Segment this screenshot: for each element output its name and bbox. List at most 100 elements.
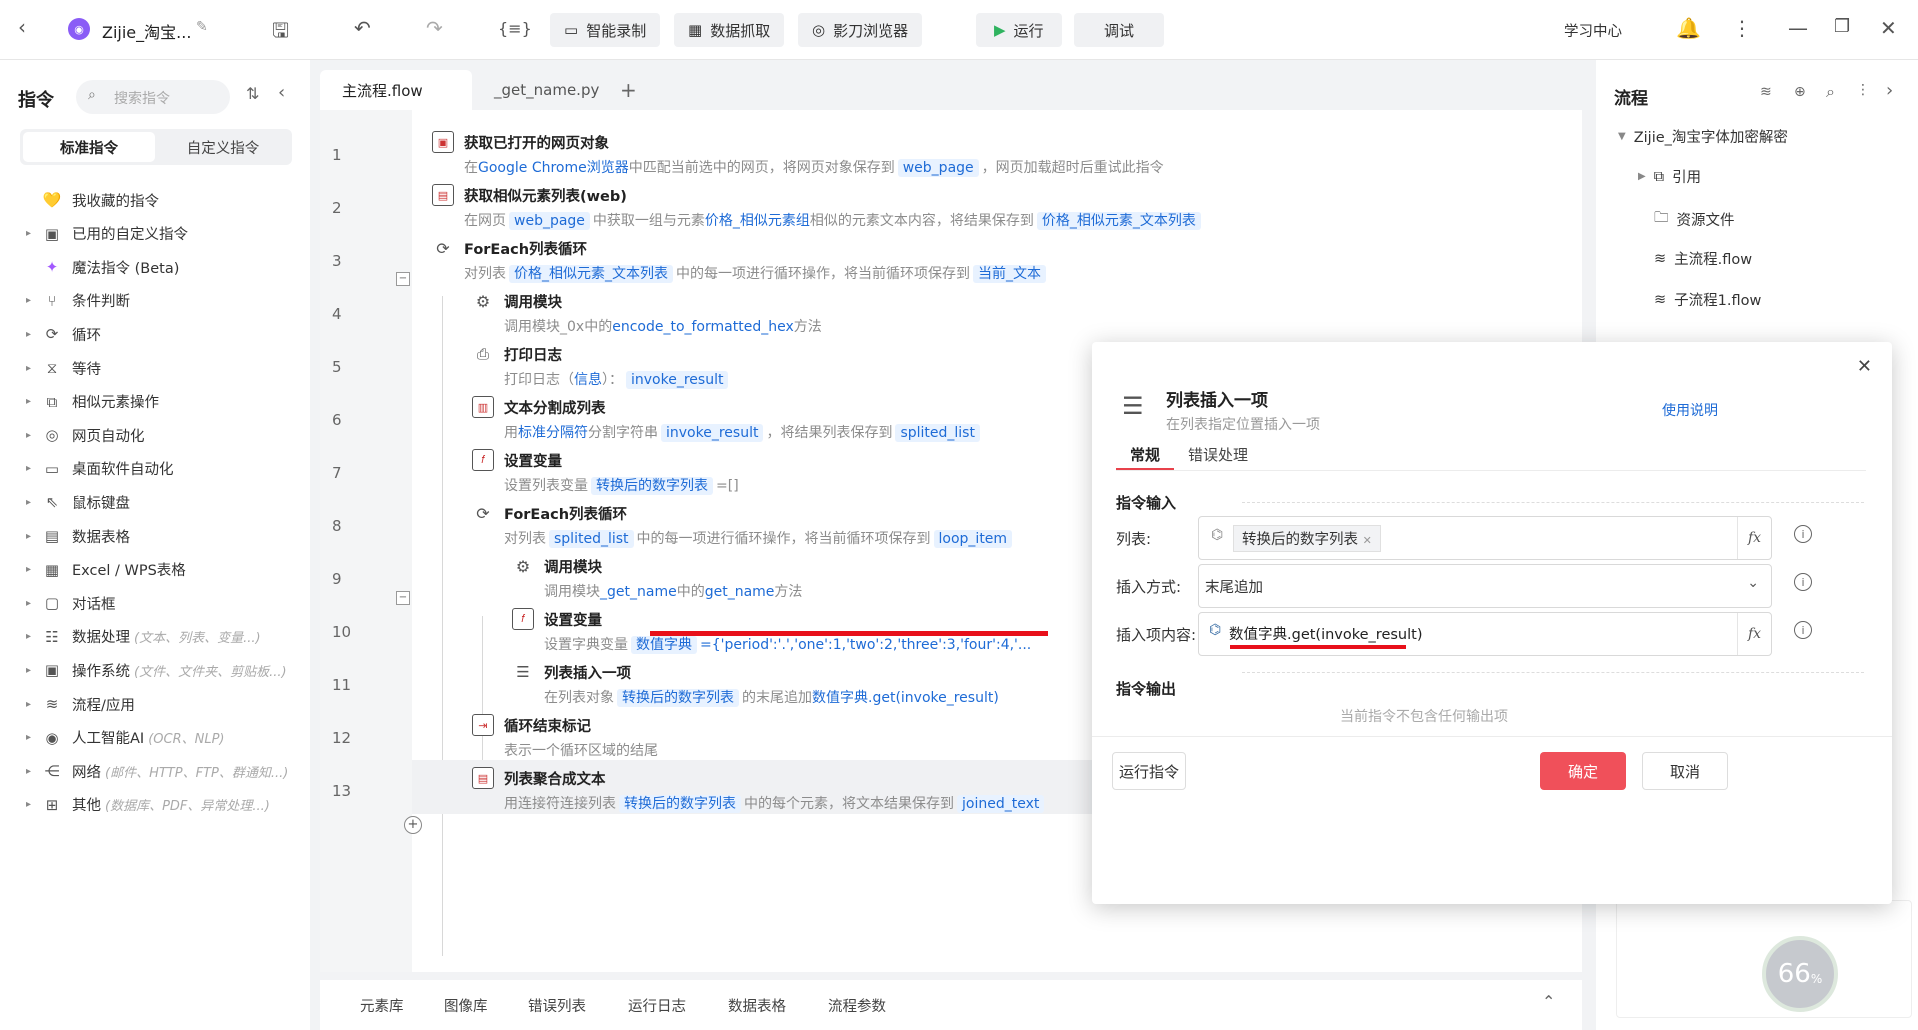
tab-error-handling[interactable]: 错误处理 — [1188, 444, 1248, 465]
project-title[interactable]: Zijie_淘宝... — [102, 19, 191, 43]
tab-image-library[interactable]: 图像库 — [444, 995, 488, 1016]
list-variable-tag[interactable]: 转换后的数字列表 ✕ — [1233, 525, 1381, 552]
command-category[interactable]: ▸ ▢ 对话框 — [26, 590, 120, 616]
run-button[interactable]: ▶ 运行 — [976, 13, 1062, 47]
tree-item-subflow[interactable]: ≋ 子流程1.flow — [1654, 289, 1761, 310]
info-icon[interactable]: i — [1794, 525, 1812, 543]
fx-icon[interactable]: fx — [1737, 517, 1771, 559]
line-number: 11 — [332, 676, 352, 694]
more-vertical-icon[interactable]: ⋮ — [1732, 16, 1752, 40]
command-category[interactable]: ▸ ▣ 操作系统 (文件、文件夹、剪贴板...) — [26, 657, 287, 683]
run-command-button[interactable]: 运行指令 — [1112, 752, 1186, 790]
back-icon[interactable]: ‹ — [18, 15, 26, 39]
command-category[interactable]: ▸ ◎ 网页自动化 — [26, 422, 149, 448]
browser-button[interactable]: ◎ 影刀浏览器 — [798, 13, 923, 47]
fx-icon[interactable]: fx — [1737, 613, 1771, 655]
command-category[interactable]: ▸ ⟳ 循环 — [26, 321, 105, 347]
insert-mode-select[interactable]: 末尾追加 ⌄ — [1198, 564, 1772, 608]
command-category[interactable]: ▸ ⇖ 鼠标键盘 — [26, 489, 134, 515]
tab-get-name[interactable]: _get_name.py — [472, 70, 618, 110]
python-icon: ⌬ — [1209, 622, 1222, 638]
command-category[interactable]: ▸ ◉ 人工智能AI (OCR、NLP) — [26, 725, 225, 751]
cancel-button[interactable]: 取消 — [1642, 752, 1728, 790]
tab-data-table[interactable]: 数据表格 — [728, 995, 786, 1016]
insert-item-field[interactable]: ⌬ 数值字典.get(invoke_result) fx — [1198, 612, 1772, 656]
progress-circle[interactable]: 66% — [1762, 936, 1838, 1012]
command-category[interactable]: 💛 我收藏的指令 — [26, 187, 163, 213]
category-label: 对话框 — [72, 596, 116, 613]
confirm-button[interactable]: 确定 — [1540, 752, 1626, 790]
debug-button[interactable]: 调试 — [1074, 13, 1165, 47]
insert-mode-label: 插入方式: — [1116, 578, 1182, 596]
tab-element-library[interactable]: 元素库 — [360, 995, 404, 1016]
data-grab-button[interactable]: ▦ 数据抓取 — [674, 13, 785, 47]
tab-run-log[interactable]: 运行日志 — [628, 995, 686, 1016]
search-placeholder: 搜索指令 — [114, 91, 170, 107]
data-table-icon: ▤ — [44, 527, 60, 545]
collapse-panel-icon[interactable]: ‹ — [278, 82, 285, 103]
tab-flow-params[interactable]: 流程参数 — [828, 995, 886, 1016]
no-output-text: 当前指令不包含任何输出项 — [1340, 709, 1508, 725]
command-category[interactable]: ▸ ▤ 数据表格 — [26, 523, 134, 549]
undo-icon[interactable]: ↶ — [354, 16, 371, 40]
search-icon[interactable]: ⌕ — [1826, 82, 1835, 102]
tab-main-flow[interactable]: 主流程.flow — [320, 70, 472, 110]
restore-icon[interactable]: ❐ — [1834, 16, 1850, 37]
minimize-icon[interactable]: — — [1788, 16, 1808, 40]
tab-standard-commands[interactable]: 标准指令 — [23, 132, 155, 162]
loop-guide — [482, 616, 483, 766]
code-braces-icon[interactable]: {≡} — [498, 19, 532, 38]
command-category[interactable]: ▸ ⧖ 等待 — [26, 355, 105, 381]
tree-item-main-flow[interactable]: ≋ 主流程.flow — [1654, 248, 1752, 269]
tree-item-reference[interactable]: ▶ ⧉ 引用 — [1638, 166, 1701, 187]
search-icon: ⌕ — [88, 87, 96, 103]
list-field[interactable]: ⌬ 转换后的数字列表 ✕ fx — [1198, 516, 1772, 560]
command-category[interactable]: ▸ ☷ 数据处理 (文本、列表、变量...) — [26, 624, 261, 650]
collapse-icon[interactable]: − — [396, 591, 410, 605]
top-toolbar: ‹ ◉ Zijie_淘宝... ✎ 🖫 ↶ ↷ {≡} ▭ 智能录制 ▦ 数据抓取 … — [0, 0, 1918, 60]
tree-item-resources[interactable]: 🗀 资源文件 — [1654, 207, 1735, 232]
layers-icon[interactable]: ≋ — [1760, 84, 1772, 100]
remove-tag-icon[interactable]: ✕ — [1363, 534, 1372, 547]
caret-right-icon: ▸ — [26, 664, 32, 676]
heart-icon: 💛 — [42, 191, 62, 209]
close-icon[interactable]: ✕ — [1857, 356, 1872, 377]
chevron-right-icon[interactable]: › — [1886, 80, 1893, 101]
close-window-icon[interactable]: ✕ — [1880, 16, 1897, 40]
command-category[interactable]: ▸ ⑂ 条件判断 — [26, 288, 134, 314]
command-category[interactable]: ▸ ⊞ 其他 (数据库、PDF、异常处理...) — [26, 792, 270, 818]
add-flow-icon[interactable]: ⊕ — [1794, 84, 1806, 100]
more-vertical-icon[interactable]: ⋮ — [1856, 82, 1870, 98]
edit-title-icon[interactable]: ✎ — [196, 19, 208, 35]
sort-icon[interactable]: ⇅ — [246, 84, 259, 103]
tab-error-list[interactable]: 错误列表 — [528, 995, 586, 1016]
info-icon[interactable]: i — [1794, 621, 1812, 639]
learn-center-link[interactable]: 学习中心 — [1564, 20, 1622, 41]
data-process-icon: ☷ — [45, 627, 59, 646]
command-category[interactable]: ▸ ≋ 流程/应用 — [26, 691, 139, 717]
redo-icon[interactable]: ↷ — [426, 16, 443, 40]
loop-icon: ⟳ — [45, 325, 59, 344]
tab-custom-commands[interactable]: 自定义指令 — [157, 132, 289, 162]
set-variable-icon: 𝑓 — [512, 608, 534, 630]
bell-icon[interactable]: 🔔 — [1676, 16, 1701, 40]
tab-general[interactable]: 常规 — [1130, 444, 1160, 465]
command-category[interactable]: ▸ ⋲ 网络 (邮件、HTTP、FTP、群通知...) — [26, 758, 288, 784]
category-label: 网络 — [72, 764, 101, 781]
tree-root[interactable]: ▼ Zijie_淘宝字体加密解密 — [1618, 126, 1788, 147]
command-search[interactable]: ⌕ 搜索指令 — [76, 80, 230, 114]
help-link[interactable]: 使用说明 — [1662, 400, 1718, 420]
smart-record-button[interactable]: ▭ 智能录制 — [550, 13, 661, 47]
save-icon[interactable]: 🖫 — [272, 16, 289, 50]
command-category[interactable]: ▸ ▦ Excel / WPS表格 — [26, 557, 190, 583]
command-category[interactable]: ▸ ▣ 已用的自定义指令 — [26, 221, 192, 247]
red-underline-annotation — [1230, 645, 1406, 649]
command-category[interactable]: ▸ ⧉ 相似元素操作 — [26, 389, 163, 415]
command-category[interactable]: ▸ ▭ 桌面软件自动化 — [26, 456, 178, 482]
add-tab-icon[interactable]: + — [620, 78, 637, 102]
command-category[interactable]: ✦ 魔法指令 (Beta) — [26, 254, 183, 280]
add-step-icon[interactable]: + — [404, 816, 422, 834]
info-icon[interactable]: i — [1794, 573, 1812, 591]
collapse-icon[interactable]: − — [396, 272, 410, 286]
chevron-up-icon[interactable]: ⌃ — [1542, 992, 1555, 1011]
